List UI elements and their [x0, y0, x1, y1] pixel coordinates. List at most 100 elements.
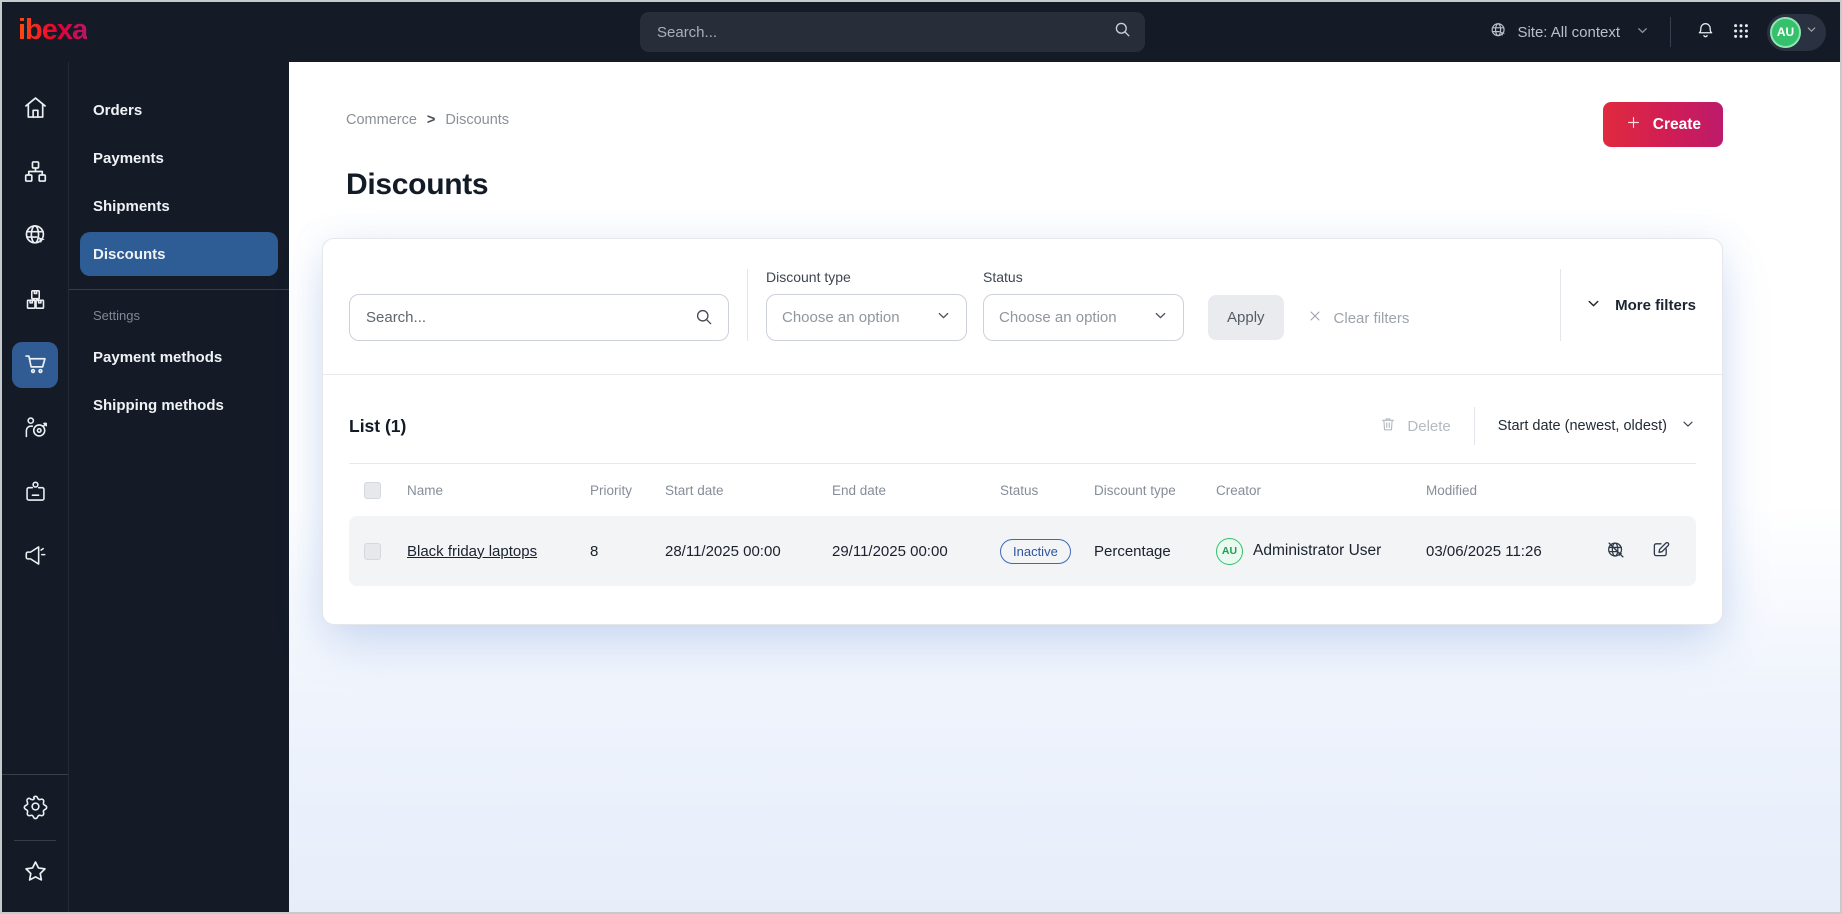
filter-status: Status Choose an option: [983, 269, 1184, 341]
globe-cursor-icon: [1489, 21, 1508, 44]
sidebar-item-payments[interactable]: Payments: [80, 136, 278, 180]
main-content: Commerce > Discounts Create Discounts Se…: [289, 62, 1840, 912]
page-title: Discounts: [346, 168, 489, 201]
sidebar-section-settings: Settings: [93, 308, 140, 323]
site-context-switcher[interactable]: Site: All context: [1489, 21, 1650, 44]
filters-divider: [1560, 269, 1562, 341]
column-name: Name: [407, 482, 444, 498]
more-filters-button[interactable]: More filters: [1585, 295, 1696, 316]
priority-value: 8: [590, 542, 599, 560]
rail-item-customers[interactable]: [12, 470, 58, 516]
column-discount-type: Discount type: [1094, 482, 1176, 498]
delete-button[interactable]: Delete: [1379, 415, 1451, 437]
sidebar-item-shipments[interactable]: Shipments: [80, 184, 278, 228]
clear-filters-button[interactable]: Clear filters: [1307, 308, 1410, 328]
filter-search[interactable]: [349, 294, 729, 341]
column-end-date: End date: [832, 482, 887, 498]
column-start-date: Start date: [665, 482, 724, 498]
select-all-checkbox[interactable]: [364, 481, 381, 499]
start-date-value: 28/11/2025 00:00: [665, 542, 781, 560]
list-title: List (1): [349, 415, 407, 436]
trash-icon: [1379, 415, 1397, 437]
shopping-cart-icon: [22, 350, 49, 380]
creator-avatar: AU: [1216, 537, 1243, 565]
rail-item-products[interactable]: [12, 278, 58, 324]
preview-disabled-icon: [1605, 539, 1627, 564]
modified-value: 03/06/2025 11:26: [1426, 542, 1542, 560]
list-actions-divider: [1473, 407, 1475, 445]
chevron-down-icon: [1805, 23, 1818, 41]
table-header: Name Priority Start date End date Status…: [349, 472, 1696, 508]
discount-type-value: Percentage: [1094, 542, 1171, 560]
search-icon: [1113, 20, 1132, 44]
sidebar-item-discounts[interactable]: Discounts: [80, 232, 278, 276]
chevron-down-icon: [935, 307, 952, 329]
megaphone-icon: [22, 542, 49, 572]
clear-filters-label: Clear filters: [1333, 309, 1410, 327]
status-badge: Inactive: [1000, 538, 1071, 564]
boxes-icon: [22, 286, 49, 316]
rail-item-admin-settings[interactable]: [12, 785, 58, 831]
globe-cursor-icon: [22, 222, 49, 252]
creator-name: Administrator User: [1253, 542, 1382, 559]
app-switcher-button[interactable]: [1723, 14, 1759, 50]
person-target-icon: [22, 414, 49, 444]
rail-item-favorites[interactable]: [12, 850, 58, 896]
discount-type-value: Choose an option: [782, 309, 900, 326]
chevron-down-icon: [1635, 23, 1650, 42]
avatar: AU: [1770, 16, 1801, 48]
global-search[interactable]: [640, 12, 1145, 52]
filter-search-input[interactable]: [349, 294, 729, 341]
rail-item-site[interactable]: [12, 214, 58, 260]
ibexa-logo: ibexa: [18, 15, 88, 49]
notifications-button[interactable]: [1687, 14, 1723, 50]
column-status: Status: [1000, 482, 1039, 498]
more-filters-label: More filters: [1615, 296, 1696, 314]
discount-type-select[interactable]: Choose an option: [766, 294, 967, 341]
chevron-down-icon: [1585, 295, 1602, 316]
chevron-down-icon: [1680, 416, 1696, 436]
close-icon: [1307, 308, 1323, 328]
sidebar-item-orders[interactable]: Orders: [80, 88, 278, 132]
status-label: Status: [983, 269, 1023, 285]
filter-discount-type: Discount type Choose an option: [766, 269, 967, 341]
app-grid-icon: [1731, 21, 1751, 44]
site-context-label: Site: All context: [1517, 23, 1620, 41]
rail-item-commerce[interactable]: [12, 342, 58, 388]
row-checkbox[interactable]: [364, 542, 381, 560]
bell-icon: [1695, 20, 1716, 44]
discounts-list: List (1) Delete Start date (newest, olde…: [323, 375, 1722, 624]
rail-item-content-structure[interactable]: [12, 150, 58, 196]
rail-item-home[interactable]: [12, 86, 58, 132]
sitemap-icon: [22, 158, 49, 188]
user-menu[interactable]: AU: [1767, 13, 1826, 51]
gear-icon: [22, 793, 49, 823]
rail-item-marketing[interactable]: [12, 534, 58, 580]
breadcrumb-commerce[interactable]: Commerce: [346, 112, 417, 128]
filters-bar: Discount type Choose an option Status Ch…: [323, 239, 1722, 375]
status-select[interactable]: Choose an option: [983, 294, 1184, 341]
breadcrumb-separator: >: [426, 112, 436, 128]
chevron-down-icon: [1152, 307, 1169, 329]
rail-divider: [2, 774, 68, 775]
apply-button[interactable]: Apply: [1208, 295, 1284, 340]
table-row: Black friday laptops 8 28/11/2025 00:00 …: [349, 516, 1696, 586]
rail-divider: [14, 840, 56, 841]
id-badge-icon: [22, 478, 49, 508]
preview-disabled-button[interactable]: [1605, 539, 1627, 564]
sort-dropdown[interactable]: Start date (newest, oldest): [1498, 416, 1696, 436]
discount-name-link[interactable]: Black friday laptops: [407, 543, 537, 560]
column-modified: Modified: [1426, 482, 1478, 498]
end-date-value: 29/11/2025 00:00: [832, 542, 948, 560]
column-creator: Creator: [1216, 482, 1262, 498]
sidebar-item-shipping-methods[interactable]: Shipping methods: [80, 383, 278, 427]
global-search-input[interactable]: [640, 23, 1113, 41]
topbar-right: Site: All context AU: [1489, 13, 1826, 51]
edit-button[interactable]: [1650, 539, 1671, 564]
create-button-label: Create: [1652, 115, 1701, 133]
rail-item-personalization[interactable]: [12, 406, 58, 452]
create-button[interactable]: Create: [1602, 102, 1723, 147]
sidebar-item-payment-methods[interactable]: Payment methods: [80, 335, 278, 379]
breadcrumb: Commerce > Discounts: [322, 102, 509, 128]
topbar-divider: [1670, 17, 1671, 47]
